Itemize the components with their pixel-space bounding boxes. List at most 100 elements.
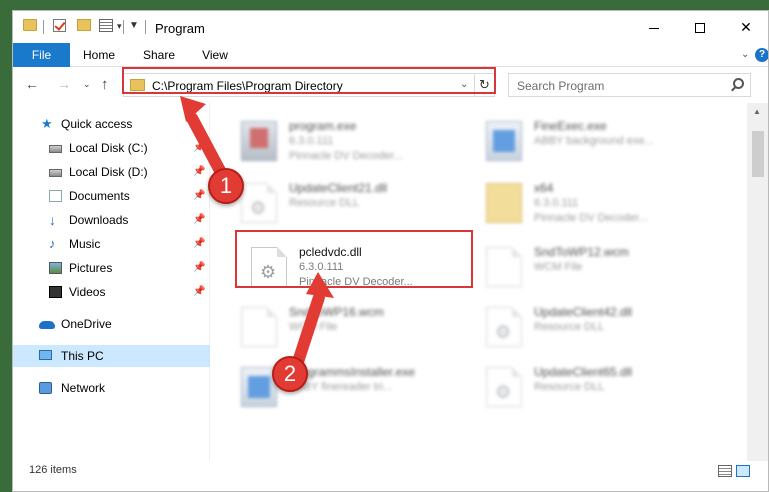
file-name: UpdateClient65.dll <box>534 365 633 379</box>
address-row: ← → ⌄ ↑ C:\Program Files\Program Directo… <box>13 67 768 102</box>
tab-file[interactable]: File <box>13 43 70 67</box>
download-arrow-icon: ↓ <box>49 212 56 228</box>
file-type: Resource DLL <box>534 321 605 333</box>
customize-toolbar-icon[interactable]: ▼ <box>129 20 139 31</box>
pin-icon[interactable]: 📌 <box>193 233 205 255</box>
file-item[interactable]: SndToWP12.wcm WCM File <box>486 243 726 299</box>
file-icon <box>486 247 522 287</box>
sidebar-item-onedrive[interactable]: OneDrive <box>13 313 210 335</box>
sidebar-item-local-disk-d[interactable]: Local Disk (D:) 📌 <box>13 161 210 183</box>
navigation-pane: ★ Quick access Local Disk (C:) 📌 Local D… <box>13 103 210 461</box>
vertical-scrollbar[interactable]: ▲ <box>747 103 768 461</box>
minimize-button[interactable] <box>631 11 677 43</box>
pin-icon[interactable]: 📌 <box>193 209 205 231</box>
maximize-icon <box>695 23 705 34</box>
sidebar-item-label: Videos <box>69 285 106 299</box>
file-name: FineExec.exe <box>534 119 607 133</box>
executable-icon <box>486 121 522 161</box>
sidebar-item-label: OneDrive <box>61 317 112 331</box>
title-bar: ▾ ▼ Program ✕ <box>13 11 768 43</box>
annotation-badge-2: 2 <box>272 356 308 392</box>
sidebar-item-label: Network <box>61 381 106 395</box>
pin-icon[interactable]: 📌 <box>193 161 205 183</box>
file-item[interactable]: UpdateClient65.dll Resource DLL <box>486 363 726 419</box>
sidebar-item-downloads[interactable]: ↓ Downloads 📌 <box>13 209 210 231</box>
sidebar-item-this-pc[interactable]: This PC <box>13 345 210 367</box>
ribbon-tabs: File Home Share View ⌄ ? <box>13 43 768 67</box>
view-options-icon[interactable] <box>99 19 113 32</box>
sidebar-item-pictures[interactable]: Pictures 📌 <box>13 257 210 279</box>
pin-icon[interactable]: 📌 <box>193 185 205 207</box>
pin-icon[interactable]: 📌 <box>193 281 205 303</box>
sidebar-item-network[interactable]: Network <box>13 377 210 399</box>
file-item[interactable]: x64 6.3.0.111 Pinnacle DV Decoder... <box>486 179 726 235</box>
tab-home[interactable]: Home <box>73 43 125 67</box>
drive-icon <box>49 145 62 153</box>
scrollbar-thumb[interactable] <box>752 131 764 177</box>
sidebar-item-music[interactable]: ♪ Music 📌 <box>13 233 210 255</box>
up-arrow-icon[interactable]: ↑ <box>101 76 109 93</box>
computer-icon <box>39 350 52 360</box>
tab-share[interactable]: Share <box>133 43 185 67</box>
file-item[interactable]: UpdateClient42.dll Resource DLL <box>486 303 726 359</box>
details-view-icon[interactable] <box>718 465 732 477</box>
close-icon: ✕ <box>740 19 752 35</box>
item-count: 126 items <box>29 464 77 476</box>
file-item[interactable]: SndToWP16.wcm WCM File <box>241 303 481 359</box>
chevron-down-icon[interactable]: ▾ <box>117 21 122 32</box>
search-icon[interactable] <box>733 78 744 89</box>
minimize-icon <box>649 27 659 29</box>
toolbar-separator <box>43 20 44 34</box>
sidebar-item-label: Local Disk (C:) <box>69 141 148 155</box>
sidebar-item-videos[interactable]: Videos 📌 <box>13 281 210 303</box>
annotation-badge-1: 1 <box>208 168 244 204</box>
expand-ribbon-icon[interactable]: ⌄ <box>741 49 749 60</box>
dll-file-icon <box>486 307 522 347</box>
file-type: WCM File <box>534 261 583 273</box>
file-description: Pinnacle DV Decoder... <box>534 212 648 224</box>
scroll-up-icon[interactable]: ▲ <box>753 107 761 116</box>
sidebar-item-local-disk-c[interactable]: Local Disk (C:) 📌 <box>13 137 210 159</box>
toolbar-separator <box>145 20 146 34</box>
dll-file-icon <box>486 367 522 407</box>
file-name: program.exe <box>289 119 357 133</box>
address-highlight-box <box>122 67 496 94</box>
help-icon[interactable]: ? <box>755 48 768 62</box>
annotation-arrowhead-1 <box>180 96 206 122</box>
file-item[interactable]: program.exe 6.3.0.111 Pinnacle DV Decode… <box>241 117 481 173</box>
new-folder-icon[interactable] <box>77 19 91 31</box>
file-type: Resource DLL <box>289 197 360 209</box>
search-input[interactable]: Search Program <box>517 79 604 93</box>
sidebar-item-documents[interactable]: Documents 📌 <box>13 185 210 207</box>
drive-icon <box>49 169 62 177</box>
sidebar-item-label: Quick access <box>61 117 133 131</box>
sidebar-item-label: Pictures <box>69 261 113 275</box>
film-icon <box>49 286 62 298</box>
tab-view[interactable]: View <box>193 43 237 67</box>
file-icon <box>241 307 277 347</box>
pin-icon[interactable]: 📌 <box>193 257 205 279</box>
properties-check-icon[interactable] <box>53 19 66 32</box>
sidebar-item-label: Music <box>69 237 101 251</box>
forward-arrow-icon[interactable]: → <box>57 76 71 92</box>
file-name: UpdateClient21.dll <box>289 181 388 195</box>
close-button[interactable]: ✕ <box>723 11 768 43</box>
file-name: SndToWP16.wcm <box>289 305 384 319</box>
maximize-button[interactable] <box>677 11 723 43</box>
file-item[interactable]: UpdateClient21.dll Resource DLL <box>241 179 481 235</box>
folder-icon <box>486 183 522 223</box>
toolbar-separator <box>123 20 124 34</box>
star-icon: ★ <box>41 116 53 131</box>
back-arrow-icon[interactable]: ← <box>25 76 39 92</box>
tiles-view-icon[interactable] <box>736 465 750 477</box>
search-box[interactable]: Search Program <box>508 73 751 97</box>
dll-file-icon <box>241 183 277 223</box>
network-icon <box>39 382 52 394</box>
documents-icon <box>49 190 62 202</box>
music-note-icon: ♪ <box>49 236 56 251</box>
file-version: 6.3.0.111 <box>289 135 334 147</box>
sidebar-item-label: Downloads <box>69 213 129 227</box>
annotation-arrowhead-2 <box>306 272 334 298</box>
file-item[interactable]: FineExec.exe ABBY background exe... <box>486 117 726 173</box>
recent-locations-icon[interactable]: ⌄ <box>83 79 91 90</box>
